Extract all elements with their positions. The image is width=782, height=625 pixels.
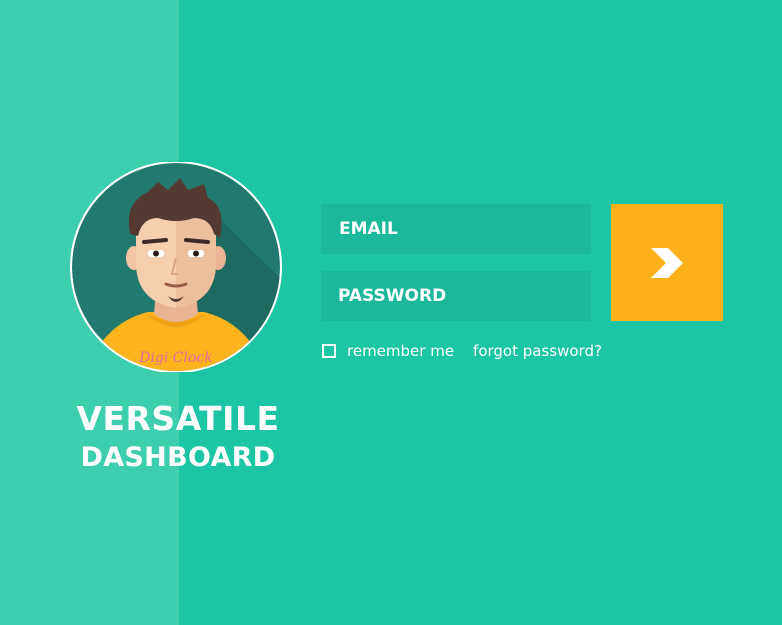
forgot-password-link[interactable]: forgot password? (473, 342, 602, 360)
brand-title-line1: VERSATILE (76, 399, 280, 438)
brand-title-line2: DASHBOARD (80, 442, 276, 473)
submit-button[interactable] (611, 204, 723, 321)
chevron-right-icon (651, 247, 683, 278)
login-screen: Digi Clock VERSATILE DASHBOARD remember … (0, 0, 782, 625)
remember-me-label[interactable]: remember me (347, 342, 454, 360)
avatar: Digi Clock (68, 162, 284, 372)
password-field[interactable] (321, 271, 591, 321)
avatar-watermark: Digi Clock (138, 350, 213, 366)
login-options: remember me forgot password? (322, 341, 602, 361)
email-field[interactable] (321, 204, 591, 254)
brand-title: VERSATILE DASHBOARD (60, 398, 296, 476)
remember-me-checkbox[interactable] (322, 344, 336, 358)
avatar-illustration: Digi Clock (70, 162, 282, 372)
